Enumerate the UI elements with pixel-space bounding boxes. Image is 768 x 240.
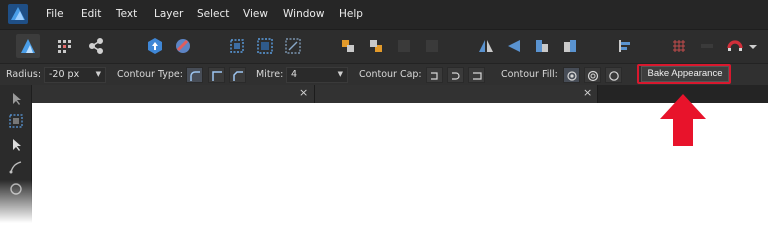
menu-view[interactable]: View	[243, 8, 268, 20]
contour-cap-round-button[interactable]	[447, 67, 464, 83]
distribute-icon[interactable]	[612, 34, 636, 58]
snap-icon[interactable]	[281, 34, 305, 58]
contour-type-label: Contour Type:	[117, 69, 183, 80]
mitre-field[interactable]: 4 ▼	[286, 67, 348, 83]
align-right-icon[interactable]	[558, 34, 582, 58]
radius-value: -20 px	[49, 69, 80, 80]
contour-cap-square-button[interactable]	[468, 67, 485, 83]
tools-fade	[0, 180, 32, 223]
place-image-icon[interactable]	[171, 34, 195, 58]
menu-select[interactable]: Select	[197, 8, 229, 20]
pixel-persona-icon[interactable]	[52, 34, 76, 58]
boolean-icon[interactable]	[695, 34, 719, 58]
close-icon[interactable]: ×	[299, 86, 308, 99]
menu-text[interactable]: Text	[116, 8, 137, 20]
magnet-icon[interactable]	[723, 34, 747, 58]
contour-fill-label: Contour Fill:	[501, 69, 558, 80]
menu-bar: File Edit Text Layer Select View Window …	[0, 0, 768, 29]
menu-layer[interactable]: Layer	[154, 8, 183, 20]
radius-field[interactable]: -20 px ▼	[44, 67, 106, 83]
designer-persona-icon[interactable]	[16, 34, 40, 58]
close-icon[interactable]: ×	[583, 86, 592, 99]
document-tab[interactable]: ×	[315, 85, 598, 103]
export-persona-icon[interactable]	[84, 34, 108, 58]
menu-help[interactable]: Help	[339, 8, 363, 20]
chevron-down-icon[interactable]: ▼	[338, 70, 343, 78]
document-tab[interactable]: ×	[32, 85, 315, 103]
contour-cap-label: Contour Cap:	[359, 69, 422, 80]
highlight-box	[637, 64, 731, 84]
radius-label: Radius:	[6, 69, 42, 80]
contour-fill-outer-button[interactable]	[584, 67, 601, 83]
contour-cap-butt-button[interactable]	[426, 67, 443, 83]
contour-type-bevel-button[interactable]	[229, 67, 246, 83]
selection-box-icon[interactable]	[225, 34, 249, 58]
chevron-down-icon[interactable]	[746, 34, 760, 58]
flip-horizontal-icon[interactable]	[474, 34, 498, 58]
align-left-icon[interactable]	[530, 34, 554, 58]
transform-icon[interactable]	[253, 34, 277, 58]
arrange-back-icon[interactable]	[336, 34, 360, 58]
move-tool-icon[interactable]	[8, 91, 24, 107]
mitre-value: 4	[291, 69, 298, 80]
document-canvas[interactable]	[32, 103, 768, 223]
chevron-down-icon[interactable]: ▼	[96, 70, 101, 78]
pen-tool-icon[interactable]	[8, 159, 24, 175]
placeholder-icon[interactable]	[143, 34, 167, 58]
group-icon[interactable]	[392, 34, 416, 58]
affinity-logo-icon[interactable]	[8, 4, 28, 24]
contour-type-mitre-button[interactable]	[208, 67, 225, 83]
ungroup-icon[interactable]	[420, 34, 444, 58]
menu-file[interactable]: File	[46, 8, 64, 20]
contour-fill-none-button[interactable]	[563, 67, 580, 83]
contour-fill-inner-button[interactable]	[605, 67, 622, 83]
menu-edit[interactable]: Edit	[81, 8, 101, 20]
menu-window[interactable]: Window	[283, 8, 324, 20]
snapping-grid-icon[interactable]	[667, 34, 691, 58]
tools-panel	[0, 85, 32, 223]
arrange-forward-icon[interactable]	[364, 34, 388, 58]
arrow-up-icon	[660, 94, 706, 146]
node-tool-icon[interactable]	[8, 137, 24, 153]
document-tabs: × ×	[32, 85, 768, 103]
artboard-tool-icon[interactable]	[8, 113, 24, 129]
contour-type-round-button[interactable]	[186, 67, 203, 83]
flip-vertical-icon[interactable]	[502, 34, 526, 58]
toolbar	[0, 29, 768, 63]
mitre-label: Mitre:	[256, 69, 284, 80]
